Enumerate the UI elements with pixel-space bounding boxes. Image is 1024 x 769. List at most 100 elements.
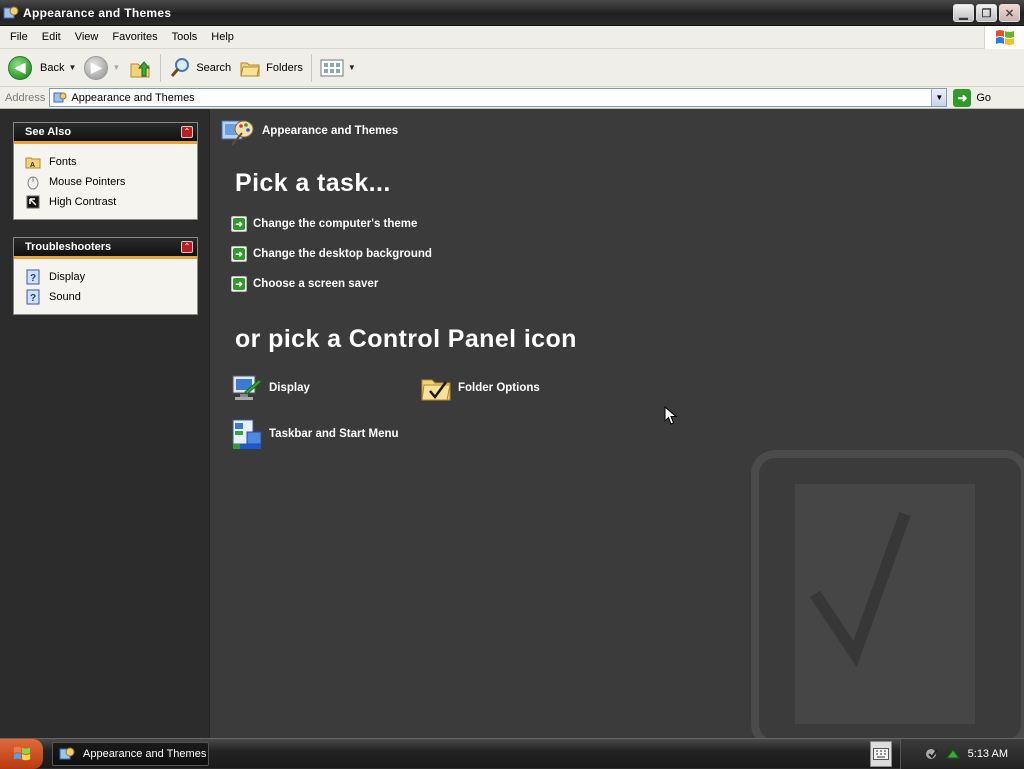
address-input[interactable]: Appearance and Themes ▼	[49, 88, 948, 107]
window-title: Appearance and Themes	[23, 5, 172, 20]
address-value: Appearance and Themes	[71, 91, 195, 104]
menu-view[interactable]: View	[68, 31, 106, 43]
appearance-themes-icon	[3, 6, 19, 18]
explorer-window: Appearance and Themes ▁ ❐ ✕ File Edit Vi…	[0, 0, 1024, 738]
fonts-folder-icon: A	[25, 154, 41, 170]
pick-task-heading: Pick a task...	[235, 169, 391, 197]
high-contrast-icon	[25, 194, 41, 210]
toolbar-separator	[160, 53, 162, 82]
windows-logo-icon	[984, 26, 1024, 49]
minimize-button[interactable]: ▁	[953, 4, 974, 22]
high-contrast-label: High Contrast	[49, 196, 117, 208]
mouse-cursor-icon	[664, 406, 678, 425]
svg-text:?: ?	[30, 293, 36, 304]
system-tray: 5:13 AM	[900, 739, 1024, 769]
folder-options-icon	[421, 379, 451, 401]
go-arrow-icon: ➜	[953, 88, 972, 107]
maximize-button[interactable]: ❐	[976, 4, 997, 22]
link-fonts[interactable]: A Fonts	[25, 152, 197, 172]
link-high-contrast[interactable]: High Contrast	[25, 192, 197, 212]
search-button[interactable]: Search	[165, 53, 235, 83]
clock: 5:13 AM	[967, 748, 1008, 760]
link-sound-troubleshooter[interactable]: ? Sound	[25, 287, 197, 307]
collapse-icon[interactable]: ⌃	[181, 126, 193, 138]
network-icon[interactable]	[925, 746, 941, 762]
task-change-theme[interactable]: ➜ Change the computer's theme	[231, 216, 417, 232]
appearance-themes-icon	[53, 92, 67, 102]
menu-help[interactable]: Help	[204, 31, 241, 43]
task-arrow-icon: ➜	[231, 216, 247, 232]
task-screen-saver-label: Choose a screen saver	[253, 278, 379, 290]
views-icon	[320, 59, 344, 76]
forward-arrow-icon: ▶	[84, 55, 109, 80]
title-bar[interactable]: Appearance and Themes ▁ ❐ ✕	[0, 0, 1024, 26]
safely-remove-icon[interactable]	[945, 746, 961, 762]
task-arrow-icon: ➜	[231, 246, 247, 262]
taskbar-start-menu-icon	[232, 419, 262, 449]
views-button[interactable]: ▼	[316, 53, 360, 83]
keyboard-icon[interactable]	[870, 741, 892, 767]
back-button[interactable]: ◀ Back ▼	[4, 53, 80, 83]
cp-folder-options[interactable]: Folder Options	[420, 372, 540, 404]
address-label: Address	[5, 91, 46, 104]
menu-file[interactable]: File	[3, 31, 35, 43]
menu-edit[interactable]: Edit	[35, 31, 68, 43]
taskbar-window-button[interactable]: Appearance and Themes	[52, 742, 209, 766]
menu-tools[interactable]: Tools	[165, 31, 205, 43]
appearance-themes-icon	[221, 120, 254, 146]
cp-taskbar-start-menu[interactable]: Taskbar and Start Menu	[231, 418, 399, 450]
cp-display[interactable]: Display	[231, 372, 310, 404]
folders-button[interactable]: Folders	[235, 53, 307, 83]
task-change-background[interactable]: ➜ Change the desktop background	[231, 246, 432, 262]
back-dropdown-icon[interactable]: ▼	[68, 63, 76, 72]
help-icon: ?	[25, 289, 41, 305]
task-change-background-label: Change the desktop background	[253, 248, 432, 260]
troubleshooters-panel: Troubleshooters ⌃ ? Display ? Sound	[13, 237, 198, 315]
svg-text:A: A	[30, 162, 35, 169]
folder-up-icon	[130, 60, 151, 77]
see-also-title: See Also	[25, 126, 72, 138]
go-button[interactable]: ➜ Go	[953, 88, 992, 107]
display-troubleshooter-label: Display	[49, 271, 86, 283]
content-area: Appearance and Themes Pick a task... ➜ C…	[211, 109, 1024, 738]
cp-display-label: Display	[269, 382, 310, 394]
forward-button[interactable]: ▶ ▼	[80, 53, 124, 83]
address-bar: Address Appearance and Themes ▼ ➜ Go	[0, 87, 1024, 109]
task-pane: See Also ⌃ A Fonts Mouse Pointers High C…	[0, 109, 210, 738]
up-button[interactable]	[124, 53, 156, 83]
appearance-themes-icon	[59, 747, 75, 760]
help-icon: ?	[25, 269, 41, 285]
forward-dropdown-icon[interactable]: ▼	[112, 63, 120, 72]
address-dropdown-icon[interactable]: ▼	[931, 89, 947, 106]
folders-icon	[240, 62, 260, 76]
see-also-header[interactable]: See Also ⌃	[14, 123, 197, 144]
toolbar: ◀ Back ▼ ▶ ▼ Search Folders ▼	[0, 49, 1024, 87]
search-label: Search	[196, 61, 232, 74]
link-display-troubleshooter[interactable]: ? Display	[25, 267, 197, 287]
toolbar-separator	[310, 53, 312, 82]
menu-favorites[interactable]: Favorites	[105, 31, 164, 43]
windows-logo-icon	[13, 746, 30, 761]
task-change-theme-label: Change the computer's theme	[253, 218, 418, 230]
display-icon	[232, 375, 262, 400]
task-screen-saver[interactable]: ➜ Choose a screen saver	[231, 276, 378, 292]
sound-troubleshooter-label: Sound	[49, 291, 81, 303]
back-arrow-icon: ◀	[8, 55, 32, 80]
close-button[interactable]: ✕	[999, 4, 1020, 22]
views-dropdown-icon[interactable]: ▼	[348, 63, 356, 72]
troubleshooters-title: Troubleshooters	[25, 241, 112, 253]
cp-taskbar-label: Taskbar and Start Menu	[269, 428, 399, 440]
troubleshooters-header[interactable]: Troubleshooters ⌃	[14, 238, 197, 259]
back-label: Back	[40, 61, 65, 74]
start-button[interactable]	[0, 739, 43, 769]
task-arrow-icon: ➜	[231, 276, 247, 292]
collapse-icon[interactable]: ⌃	[181, 241, 193, 253]
go-label: Go	[976, 91, 992, 104]
taskbar: Appearance and Themes 5:13 AM	[0, 738, 1024, 769]
menu-bar: File Edit View Favorites Tools Help	[0, 26, 1024, 49]
cp-folder-options-label: Folder Options	[458, 382, 540, 394]
category-header: Appearance and Themes	[220, 115, 398, 147]
link-mouse-pointers[interactable]: Mouse Pointers	[25, 172, 197, 192]
taskbar-window-label: Appearance and Themes	[83, 748, 207, 760]
category-title: Appearance and Themes	[262, 125, 399, 137]
